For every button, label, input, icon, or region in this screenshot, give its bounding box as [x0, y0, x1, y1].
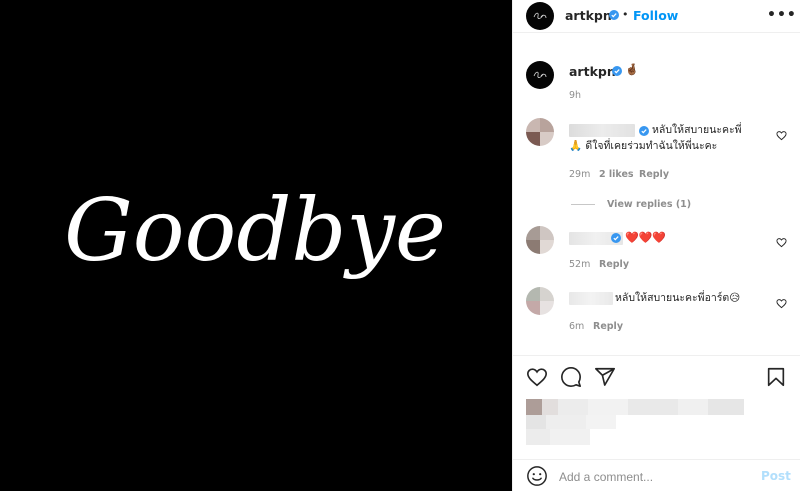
comment-1-time: 29m: [569, 169, 591, 180]
comment-1-avatar[interactable]: [526, 118, 554, 146]
add-comment-bar: Post: [513, 459, 800, 491]
comment-icon[interactable]: [560, 366, 582, 388]
share-icon[interactable]: [594, 366, 616, 388]
view-replies-button[interactable]: View replies (1): [607, 199, 691, 210]
comment-input[interactable]: [559, 468, 749, 486]
post-button[interactable]: Post: [761, 469, 791, 483]
post-header: artkpn • Follow •••: [513, 0, 800, 33]
follow-button[interactable]: Follow: [633, 8, 678, 23]
comment-3-reply[interactable]: Reply: [593, 321, 623, 332]
comment-1-verified-icon: [639, 126, 649, 136]
emoji-icon[interactable]: [526, 465, 548, 487]
comment-1-text-line2: 🙏 ดีใจที่เคยร่วมทำฉันให้พี่นะคะ: [569, 140, 718, 152]
comment-3-like-icon[interactable]: [776, 298, 787, 309]
post-sidebar: artkpn • Follow ••• artkpn 🤞🏾 9h หลับให้…: [512, 0, 800, 491]
goodbye-text: Goodbye: [64, 181, 446, 281]
author-avatar[interactable]: [526, 2, 554, 30]
caption-time: 9h: [569, 90, 582, 101]
more-options-icon[interactable]: •••: [767, 7, 797, 23]
goodbye-artwork: Goodbye: [64, 181, 446, 281]
comment-2-like-icon[interactable]: [776, 237, 787, 248]
caption-verified-icon: [612, 66, 622, 76]
comment-2-verified-icon: [611, 233, 621, 243]
bookmark-icon[interactable]: [765, 366, 787, 388]
comment-1-username-blurred: [569, 124, 635, 137]
view-replies-line: [571, 204, 595, 205]
blurred-avatar-3: [526, 287, 554, 315]
comment-1-likes[interactable]: 2 likes: [599, 169, 634, 180]
likes-summary-blurred: [526, 399, 744, 445]
comment-3-username-blurred: [569, 292, 613, 305]
blurred-avatar-1: [526, 118, 554, 146]
heart-icon[interactable]: [526, 366, 548, 388]
comment-3-text: หลับให้สบายนะคะพี่อาร์ต😥: [615, 292, 741, 304]
comment-3-time: 6m: [569, 321, 585, 332]
comment-1-text-line1: หลับให้สบายนะคะพี่: [652, 124, 742, 136]
comment-2-time: 52m: [569, 259, 591, 270]
caption-avatar[interactable]: [526, 61, 554, 89]
caption-avatar-logo: [533, 71, 547, 78]
caption-username[interactable]: artkpn: [569, 64, 616, 79]
author-username[interactable]: artkpn: [565, 8, 612, 23]
caption-text: 🤞🏾: [625, 63, 639, 76]
post-actions: [513, 355, 800, 395]
author-avatar-logo: [533, 12, 547, 19]
verified-icon: [609, 10, 619, 20]
comment-3-avatar[interactable]: [526, 287, 554, 315]
blurred-avatar-2: [526, 226, 554, 254]
comment-1-like-icon[interactable]: [776, 130, 787, 141]
comment-2-avatar[interactable]: [526, 226, 554, 254]
comment-2-reply[interactable]: Reply: [599, 259, 629, 270]
comment-2-text: ❤️❤️❤️: [625, 231, 667, 244]
post-image[interactable]: Goodbye: [0, 0, 512, 491]
comments-list[interactable]: artkpn 🤞🏾 9h หลับให้สบายนะคะพี่ 🙏 ดีใจที…: [513, 42, 800, 354]
comment-1-reply[interactable]: Reply: [639, 169, 669, 180]
header-separator: •: [622, 8, 629, 21]
